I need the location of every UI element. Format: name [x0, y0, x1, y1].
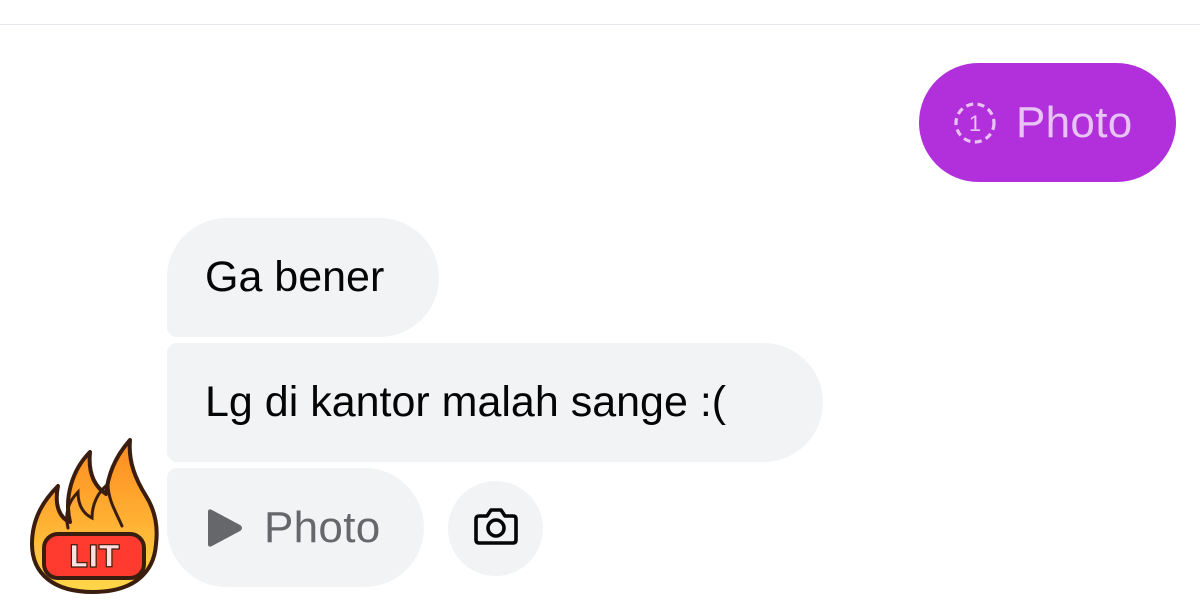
view-once-count: 1 — [969, 111, 981, 136]
play-icon — [204, 506, 244, 550]
sent-photo-message[interactable]: 1 Photo — [919, 63, 1176, 182]
message-text: Lg di kantor malah sange :( — [205, 378, 727, 426]
camera-button[interactable] — [448, 481, 543, 576]
camera-icon — [473, 506, 519, 551]
message-text: Ga bener — [205, 253, 385, 301]
received-photo-message[interactable]: Photo — [167, 468, 424, 587]
header-divider — [0, 24, 1200, 25]
received-message[interactable]: Lg di kantor malah sange :( — [167, 343, 823, 462]
sent-photo-label: Photo — [1016, 97, 1133, 147]
received-photo-label: Photo — [264, 502, 381, 552]
view-once-icon: 1 — [952, 100, 998, 146]
received-message[interactable]: Ga bener — [167, 218, 439, 337]
fire-icon: LIT — [30, 438, 159, 594]
avatar-sticker-text: LIT — [69, 540, 120, 575]
sender-avatar[interactable]: LIT — [24, 436, 162, 596]
